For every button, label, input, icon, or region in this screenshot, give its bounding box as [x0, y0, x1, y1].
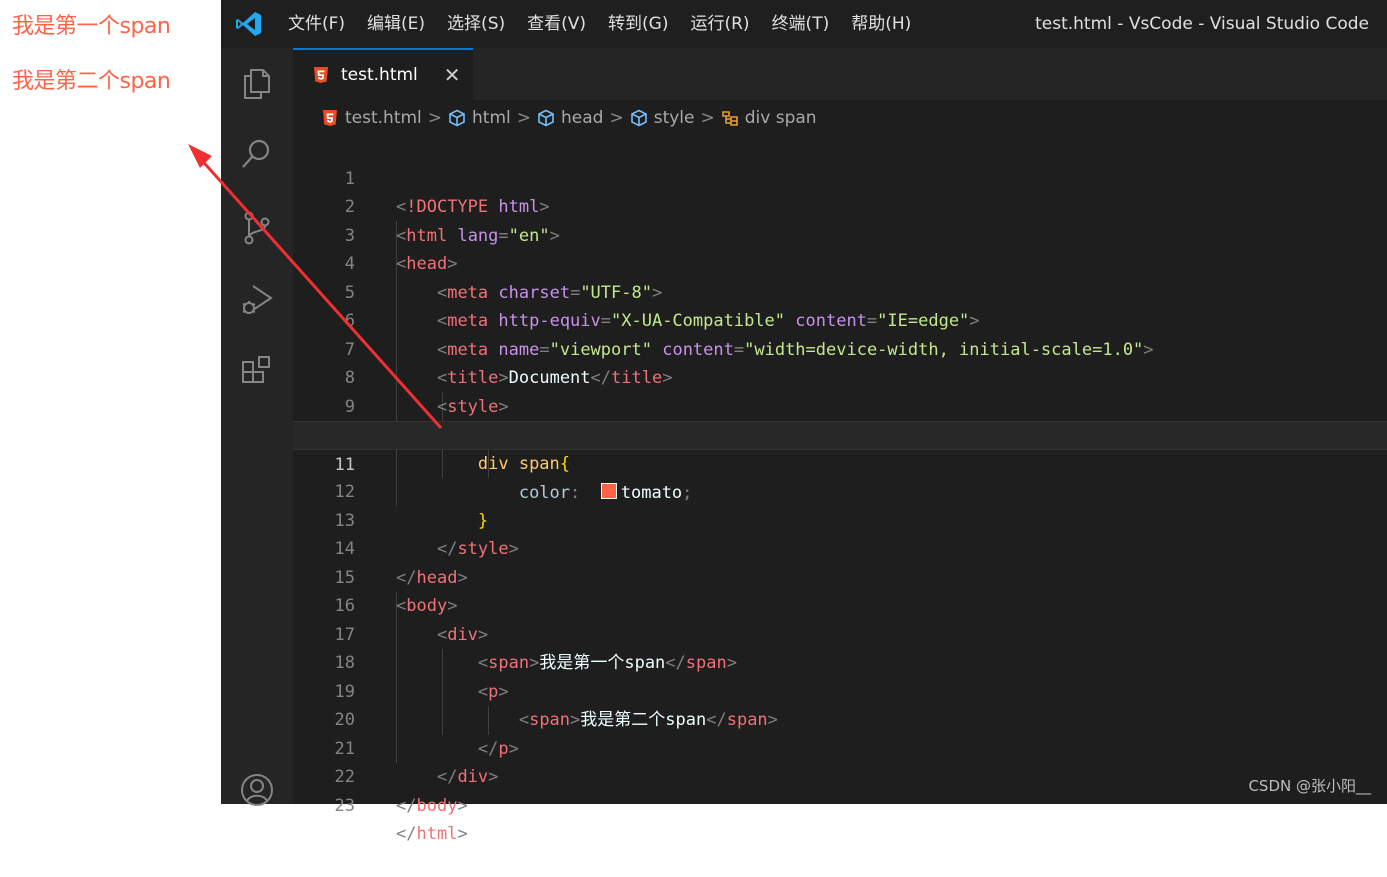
explorer-icon[interactable] — [235, 62, 279, 106]
code-editor[interactable]: 1 <!DOCTYPE html> 2 <html lang="en"> 3 <… — [293, 136, 1387, 845]
title-bar: 文件(F) 编辑(E) 选择(S) 查看(V) 转到(G) 运行(R) 终端(T… — [221, 0, 1387, 48]
code-line: 8 <style> — [293, 336, 1387, 417]
code-line: 23 </html> — [293, 763, 1387, 845]
code-line: 15 <body> — [293, 535, 1387, 617]
code-line: 3 <head> — [293, 193, 1387, 275]
code-line: 10 div span{ — [293, 393, 1387, 474]
code-line: 16 <div> — [293, 564, 1387, 645]
vscode-window: 文件(F) 编辑(E) 选择(S) 查看(V) 转到(G) 运行(R) 终端(T… — [221, 0, 1387, 845]
tab-bar: test.html ✕ — [293, 48, 1387, 100]
code-line: 17 <span>我是第一个span</span> — [293, 592, 1387, 674]
run-debug-icon[interactable] — [235, 278, 279, 322]
cube-icon — [448, 109, 466, 127]
search-icon[interactable] — [235, 132, 279, 176]
html5-icon — [311, 65, 331, 85]
account-icon[interactable] — [235, 768, 279, 812]
breadcrumb-label: style — [653, 108, 695, 128]
chevron-right-icon: > — [516, 108, 532, 128]
cube-icon — [537, 109, 555, 127]
vscode-logo-icon — [221, 0, 277, 48]
tab-label: test.html — [341, 65, 418, 85]
preview-span-1: 我是第一个span — [12, 14, 171, 39]
css-selector-icon — [721, 109, 739, 127]
code-line: 20 </p> — [293, 678, 1387, 759]
code-line: 2 <html lang="en"> — [293, 165, 1387, 246]
breadcrumb-head[interactable]: head — [537, 108, 603, 128]
html5-icon — [321, 109, 339, 127]
code-line: 19 <span>我是第二个span</span> — [293, 649, 1387, 731]
code-line: 18 <p> — [293, 621, 1387, 702]
editor-area: test.html ✕ test.html > html > head > st… — [293, 48, 1387, 845]
chevron-right-icon: > — [609, 108, 624, 128]
code-line: 5 <meta http-equiv="X-UA-Compatible" con… — [293, 250, 1387, 332]
code-line: 9 /* 选中div后所有的span元素 */ — [293, 364, 1387, 446]
extensions-icon[interactable] — [235, 350, 279, 394]
code-line: 21 </div> — [293, 706, 1387, 788]
code-line: 6 <meta name="viewport" content="width=d… — [293, 279, 1387, 360]
activity-bar — [221, 48, 293, 806]
breadcrumb-style[interactable]: style — [630, 108, 695, 128]
watermark: CSDN @张小阳__ — [1248, 777, 1371, 795]
preview-span-2: 我是第二个span — [12, 69, 171, 94]
menu-help[interactable]: 帮助(H) — [840, 0, 922, 48]
source-control-icon[interactable] — [235, 206, 279, 250]
code-line: 13 </style> — [293, 478, 1387, 560]
browser-preview: 我是第一个span 我是第二个span — [0, 0, 221, 804]
code-line: 14 </head> — [293, 507, 1387, 588]
menu-edit[interactable]: 编辑(E) — [356, 0, 436, 48]
breadcrumb-selector[interactable]: div span — [721, 108, 817, 128]
menu-run[interactable]: 运行(R) — [679, 0, 760, 48]
breadcrumb-label: div span — [744, 108, 817, 128]
chevron-right-icon: > — [427, 108, 443, 128]
code-line: 7 <title>Document</title> — [293, 307, 1387, 389]
line-number: 23 — [334, 795, 355, 816]
menu-go[interactable]: 转到(G) — [597, 0, 679, 48]
breadcrumb: test.html > html > head > style > div sp… — [293, 100, 1387, 136]
code-line: 4 <meta charset="UTF-8"> — [293, 222, 1387, 303]
line-text: </html> — [396, 824, 468, 844]
tab-test-html[interactable]: test.html ✕ — [293, 48, 473, 100]
code-line: 12 } — [293, 450, 1387, 531]
breadcrumb-file[interactable]: test.html — [321, 108, 422, 128]
chevron-right-icon: > — [700, 108, 715, 128]
code-line: 1 <!DOCTYPE html> — [293, 136, 1387, 218]
menu-selection[interactable]: 选择(S) — [436, 0, 516, 48]
line-text: </body> — [396, 795, 468, 816]
menu-terminal[interactable]: 终端(T) — [761, 0, 841, 48]
cube-icon — [630, 109, 648, 127]
menu-bar: 文件(F) 编辑(E) 选择(S) 查看(V) 转到(G) 运行(R) 终端(T… — [277, 0, 922, 48]
code-line: 22 </body> — [293, 735, 1387, 816]
close-icon[interactable]: ✕ — [444, 63, 461, 87]
code-line-current: 11 color: tomato; — [293, 421, 1387, 503]
menu-file[interactable]: 文件(F) — [277, 0, 356, 48]
window-title: test.html - VsCode - Visual Studio Code — [1035, 14, 1369, 34]
menu-view[interactable]: 查看(V) — [516, 0, 597, 48]
breadcrumb-html[interactable]: html — [448, 108, 511, 128]
breadcrumb-label: head — [561, 108, 604, 128]
breadcrumb-label: test.html — [345, 108, 422, 128]
breadcrumb-label: html — [472, 108, 511, 128]
